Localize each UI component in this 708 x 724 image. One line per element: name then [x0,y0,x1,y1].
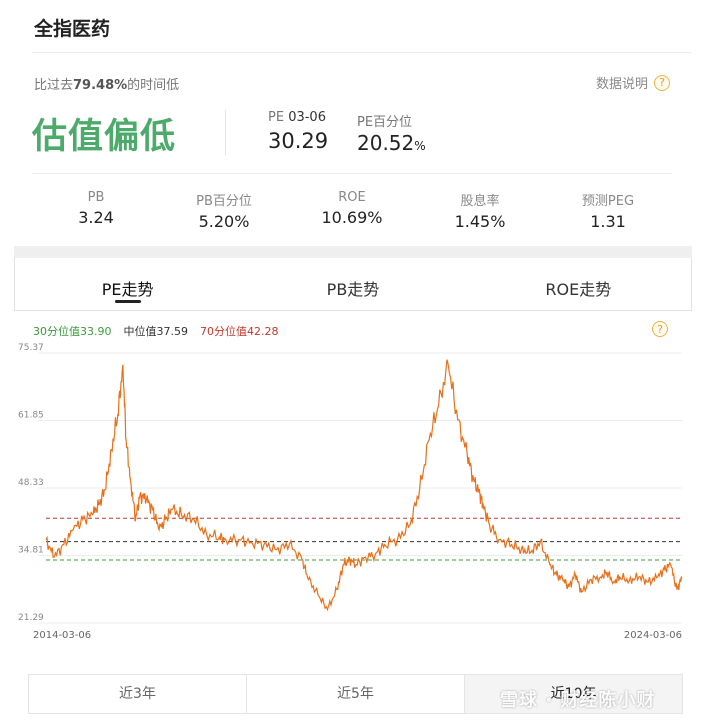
legend-p70: 70分位值42.28 [200,325,279,338]
chart-help-icon[interactable]: ? [652,321,668,337]
x-tick-end: 2024-03-06 [624,630,682,641]
summary-divider [225,110,226,156]
watermark: 雪球 · 财经陈小财 [500,690,656,711]
pe-date: 03-06 [288,110,326,125]
question-icon: ? [654,74,670,91]
tab-pb-trend[interactable]: PB走势 [240,258,465,310]
page-title: 全指医药 [34,18,111,40]
y-tick-label: 34.81 [18,546,44,556]
summary-bottom-divider [32,173,672,174]
metric-pb: PB 3.24 [78,190,114,227]
tab-pe-trend[interactable]: PE走势 [15,258,240,310]
metric-peg: 预测PEG 1.31 [581,194,635,231]
pe-trend-chart: 75.37 61.85 48.33 34.81 21.29 2014-03-06 2024-… [18,343,683,641]
pe-series-line [45,359,683,612]
legend-median: 中位值37.59 [123,325,189,338]
trend-tabs: PE走势 PB走势 ROE走势 [14,258,692,311]
x-tick-start: 2014-03-06 [33,630,91,641]
compare-text: 比过去79.48%的时间低 [34,78,180,93]
y-tick-label: 61.85 [18,411,44,421]
compare-percent: 79.48% [73,78,128,93]
section-band [14,246,692,258]
chart-legend: 30分位值33.90 中位值37.59 70分位值42.28 [33,323,279,339]
range-5y[interactable]: 近5年 [247,675,465,713]
metric-pb-percentile: PB百分位 5.20% [196,194,252,231]
pe-percentile-label: PE百分位 [357,115,413,130]
data-explain-link[interactable]: 数据说明 ? [596,73,670,92]
pe-value: 30.29 [268,129,329,153]
pe-label: PE 03-06 [268,110,326,125]
valuation-status: 估值偏低 [32,117,177,157]
pe-percentile-value: 20.52% [357,131,426,155]
header-divider [32,52,692,53]
metrics-row: PB 3.24 PB百分位 5.20% ROE 10.69% 股息率 1.45% 预测P… [32,190,672,231]
y-tick-label: 75.37 [18,343,44,353]
y-tick-label: 48.33 [18,478,44,488]
y-tick-label: 21.29 [18,613,44,623]
metric-dividend-yield: 股息率 1.45% [454,194,506,231]
tab-active-indicator [114,300,141,303]
legend-p30: 30分位值33.90 [33,325,112,338]
data-explain-label: 数据说明 [595,77,648,92]
tab-roe-trend[interactable]: ROE走势 [466,258,691,310]
metric-roe: ROE 10.69% [321,190,383,227]
range-3y[interactable]: 近3年 [29,675,247,713]
